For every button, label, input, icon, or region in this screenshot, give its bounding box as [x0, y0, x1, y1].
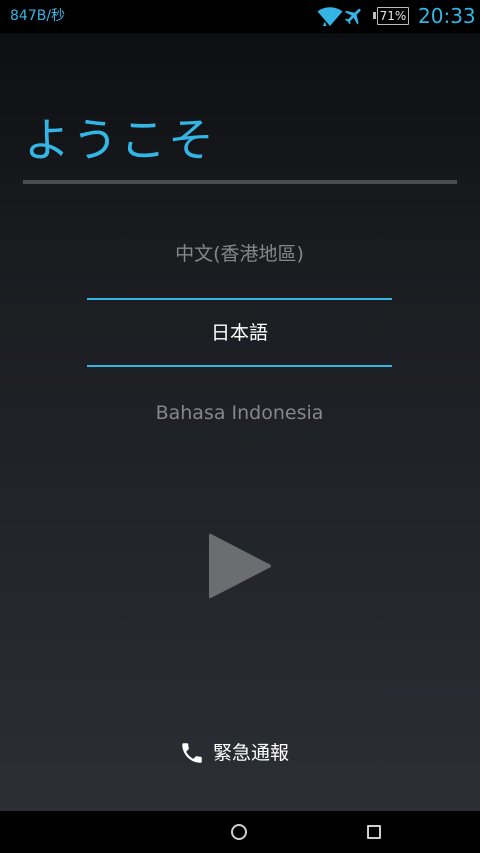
battery-level: 71%	[379, 9, 407, 23]
language-option-chinese-hk[interactable]: 中文(香港地區)	[87, 241, 392, 267]
network-speed: 847B/秒	[10, 8, 66, 24]
picker-divider-top	[87, 298, 392, 300]
clock: 20:33	[418, 4, 476, 28]
phone-icon	[182, 743, 202, 763]
language-option-selected[interactable]: 日本語	[87, 320, 392, 346]
emergency-call-button[interactable]: 緊急通報	[170, 736, 310, 770]
recents-icon[interactable]	[367, 825, 381, 839]
status-bar: 847B/秒 71% 20:33	[0, 0, 480, 33]
wifi-icon	[317, 7, 343, 26]
emergency-call-label: 緊急通報	[213, 742, 290, 764]
language-option-indonesian[interactable]: Bahasa Indonesia	[87, 400, 392, 426]
battery-icon: 71%	[373, 7, 409, 25]
navigation-bar	[0, 811, 480, 853]
start-button[interactable]	[200, 524, 284, 608]
page-title: ようこそ	[24, 113, 216, 167]
picker-divider-bottom	[87, 365, 392, 367]
airplane-mode-icon	[344, 8, 361, 25]
play-icon	[209, 533, 271, 599]
home-icon[interactable]	[231, 824, 247, 840]
title-divider	[23, 180, 457, 184]
